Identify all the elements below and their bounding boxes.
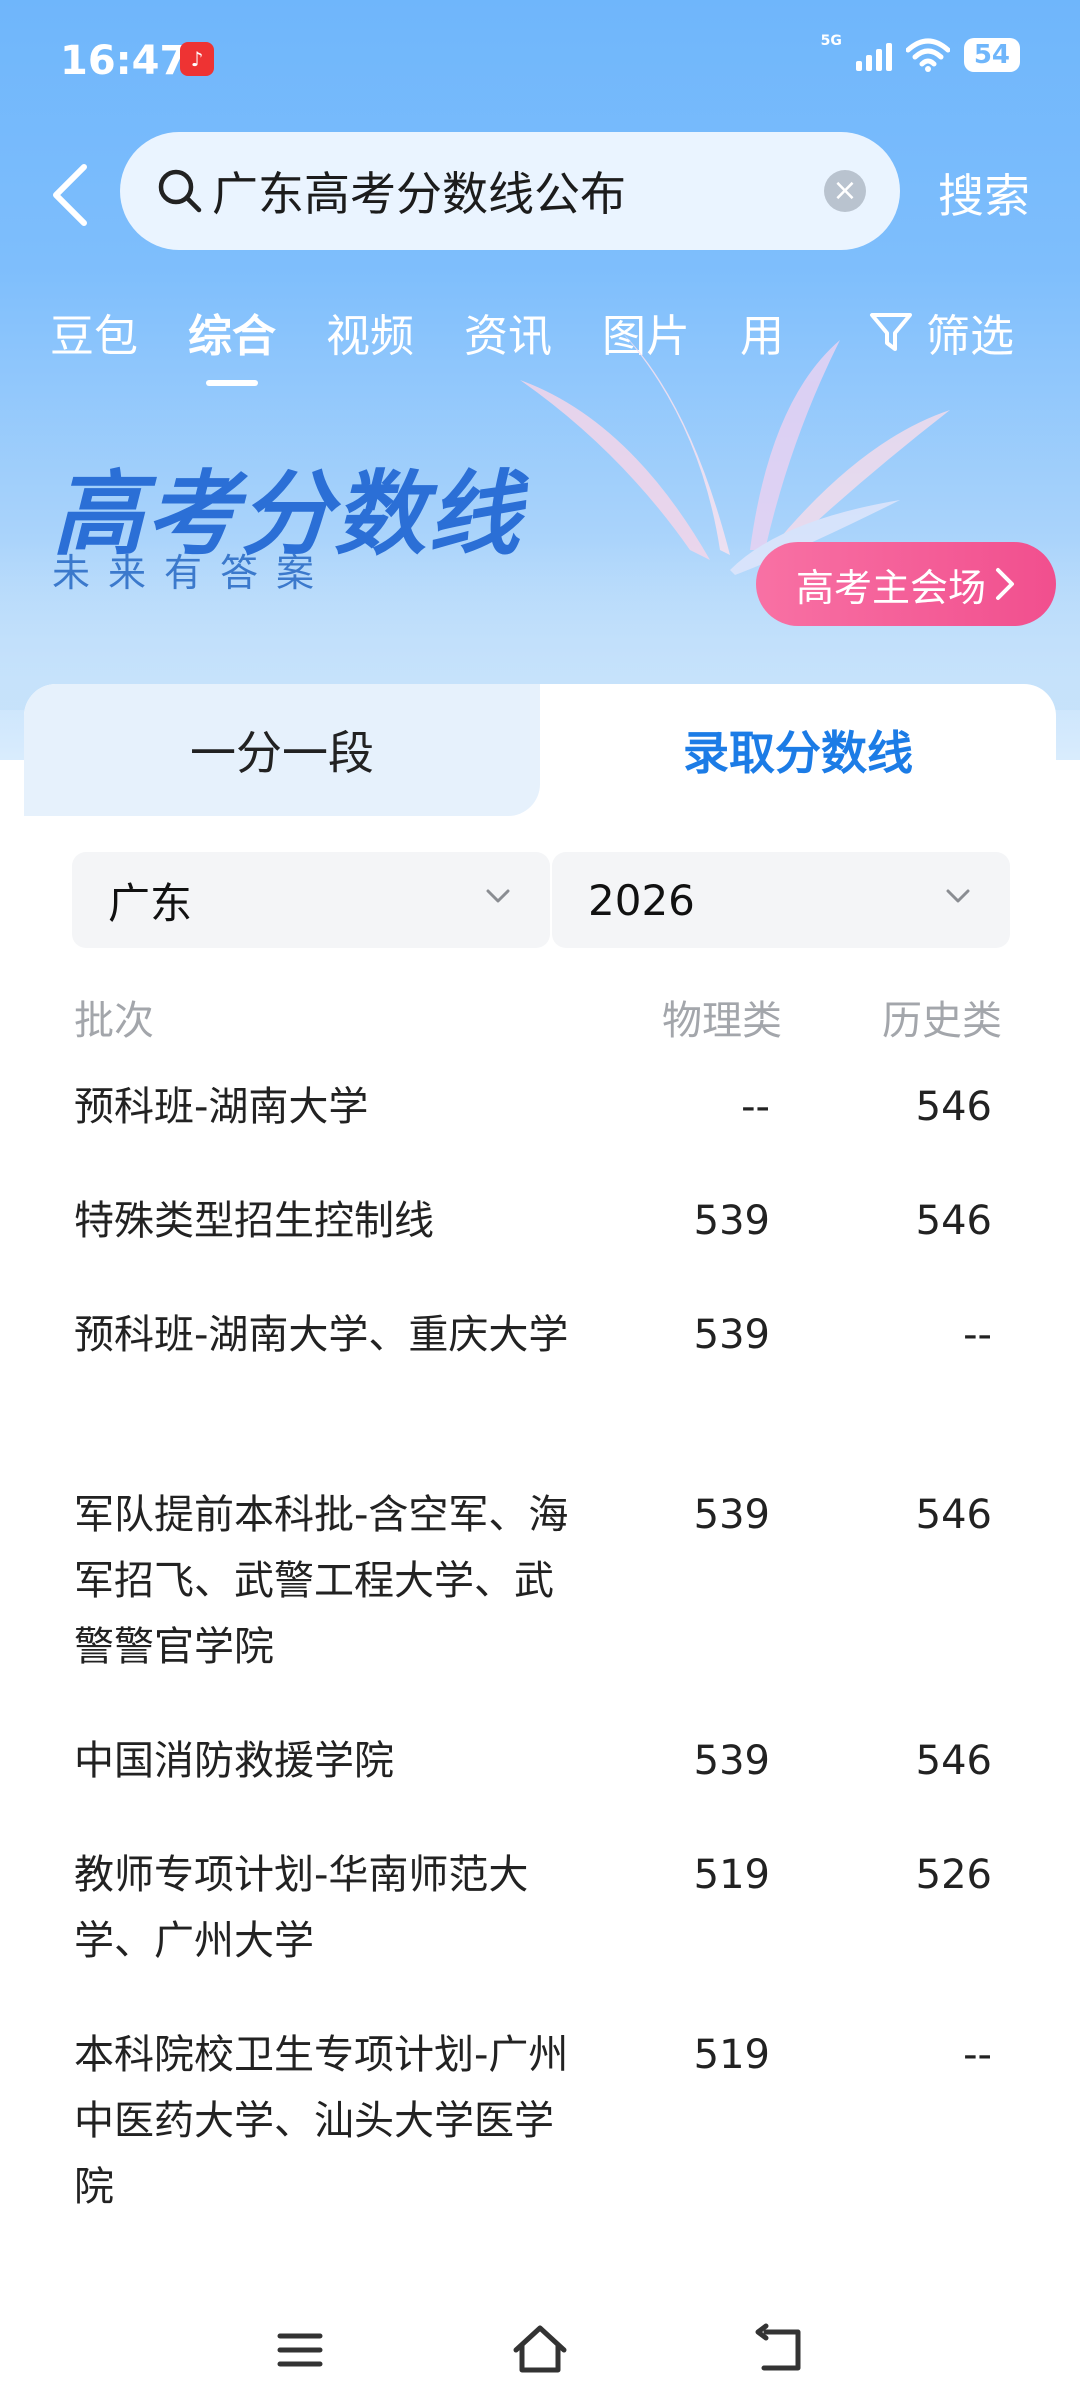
clear-icon[interactable]: × xyxy=(824,170,866,212)
tab-video[interactable]: 视频 xyxy=(326,300,414,364)
search-icon xyxy=(158,169,202,213)
chevron-left-icon xyxy=(53,164,87,226)
row-physics-score: 519 xyxy=(693,2032,770,2078)
row-physics-score: 519 xyxy=(693,1852,770,1898)
chevron-right-icon xyxy=(996,568,1014,600)
search-input[interactable]: 广东高考分数线公布 × xyxy=(120,132,900,250)
row-history-score: 546 xyxy=(915,1738,992,1784)
province-value: 广东 xyxy=(108,878,193,928)
row-batch-name: 本科院校卫生专项计划-广州中医药大学、汕头大学医学院 xyxy=(74,2032,569,2210)
row-batch-name: 预科班-湖南大学、重庆大学 xyxy=(74,1312,569,1358)
year-select[interactable]: 2026 xyxy=(552,852,1010,948)
row-history-score: 546 xyxy=(915,1084,992,1130)
back-button[interactable] xyxy=(40,160,100,230)
search-button[interactable]: 搜索 xyxy=(938,160,1030,226)
search-query: 广东高考分数线公布 xyxy=(212,167,626,221)
header-batch: 批次 xyxy=(74,998,154,1044)
row-history-score: 526 xyxy=(915,1852,992,1898)
row-physics-score: -- xyxy=(741,1084,770,1130)
row-batch-name: 特殊类型招生控制线 xyxy=(74,1198,434,1244)
banner-subtitle: 未来有答案 xyxy=(52,551,333,595)
header-history: 历史类 xyxy=(882,998,1002,1044)
main-venue-label: 高考主会场 xyxy=(795,565,986,610)
status-icons: 5G 54 xyxy=(821,33,1020,72)
row-physics-score: 539 xyxy=(693,1312,770,1358)
row-batch-name: 预科班-湖南大学 xyxy=(74,1084,369,1130)
header-physics: 物理类 xyxy=(662,998,782,1044)
year-value: 2026 xyxy=(588,875,695,925)
signal-icon xyxy=(855,39,892,71)
row-history-score: -- xyxy=(963,1312,992,1358)
tab-admission-line[interactable]: 录取分数线 xyxy=(540,684,1056,816)
notification-app-icon: ♪ xyxy=(180,42,214,76)
row-physics-score: 539 xyxy=(693,1738,770,1784)
wings-illustration xyxy=(520,330,950,575)
row-physics-score: 539 xyxy=(693,1198,770,1244)
back-icon[interactable] xyxy=(750,2320,810,2380)
network-type: 5G xyxy=(820,33,842,49)
row-batch-name: 中国消防救援学院 xyxy=(74,1738,394,1784)
row-batch-name: 军队提前本科批-含空军、海军招飞、武警工程大学、武警警官学院 xyxy=(74,1492,569,1670)
home-icon[interactable] xyxy=(510,2320,570,2380)
province-select[interactable]: 广东 xyxy=(72,852,550,948)
status-time: 16:47 xyxy=(60,38,188,84)
row-history-score: 546 xyxy=(915,1198,992,1244)
tab-doubao[interactable]: 豆包 xyxy=(50,300,138,364)
row-batch-name: 教师专项计划-华南师范大学、广州大学 xyxy=(74,1852,529,1964)
main-venue-button[interactable]: 高考主会场 xyxy=(756,542,1056,626)
system-nav-bar xyxy=(0,2280,1080,2408)
menu-icon[interactable] xyxy=(270,2320,330,2380)
battery-indicator: 54 xyxy=(963,38,1020,72)
chevron-down-icon xyxy=(946,889,970,903)
row-history-score: 546 xyxy=(915,1492,992,1538)
score-card: 一分一段 录取分数线 广东 2026 批次 物理类 历史类 预科班-湖南大学 -… xyxy=(24,684,1056,2284)
row-history-score: -- xyxy=(963,2032,992,2078)
tab-score-segment[interactable]: 一分一段 xyxy=(24,684,540,816)
wifi-icon xyxy=(905,38,950,72)
tab-general[interactable]: 综合 xyxy=(188,300,276,386)
row-physics-score: 539 xyxy=(693,1492,770,1538)
chevron-down-icon xyxy=(486,889,510,903)
